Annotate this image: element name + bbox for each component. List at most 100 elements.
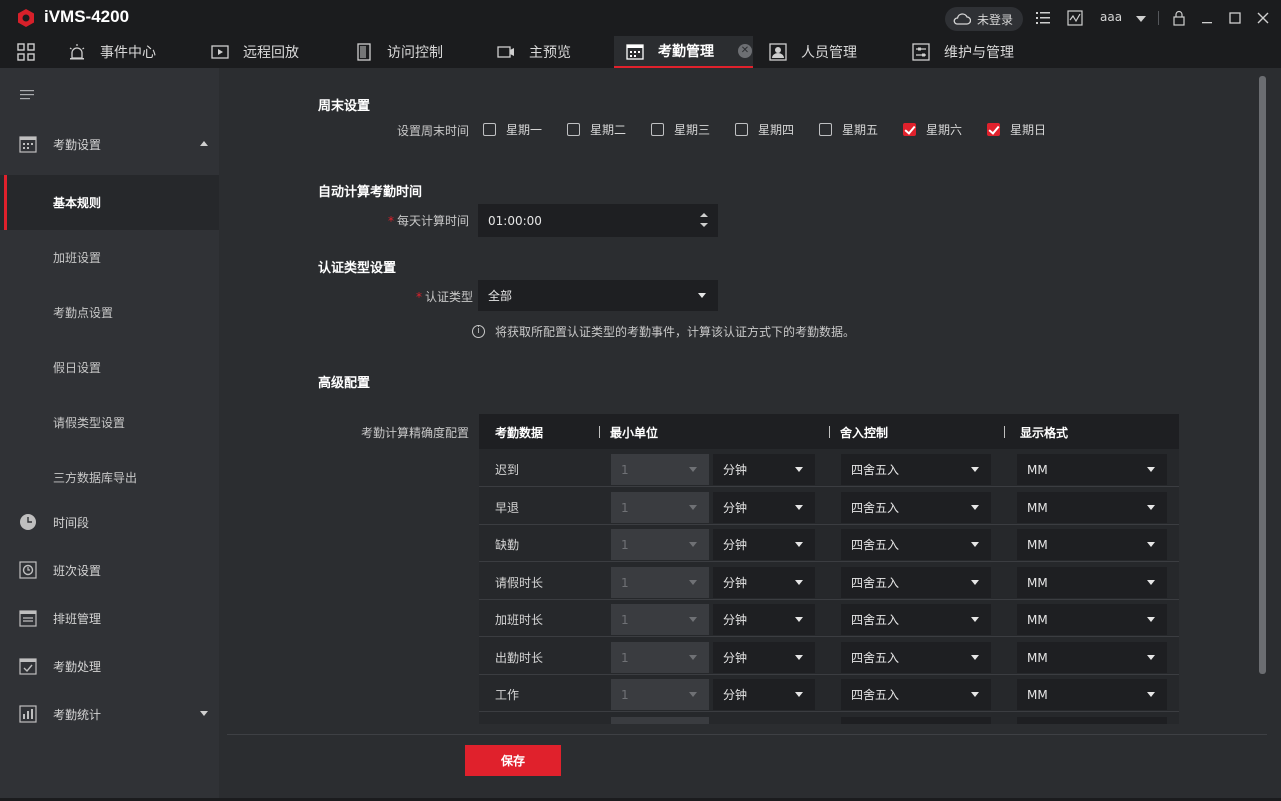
rounding-select[interactable]: 四舍五入 xyxy=(841,529,991,560)
hamburger-menu-icon[interactable] xyxy=(20,88,36,102)
tab-access-control[interactable]: 访问控制 xyxy=(355,36,443,68)
format-value: MM xyxy=(1027,612,1048,627)
tab-person-management[interactable]: 人员管理 xyxy=(769,36,857,68)
checkbox-tuesday[interactable]: 星期二 xyxy=(567,121,626,138)
checkbox-box[interactable] xyxy=(903,123,916,136)
tab-attendance-management[interactable]: 考勤管理 ✕ xyxy=(614,36,753,68)
unit-value: 分钟 xyxy=(723,613,748,627)
checkbox-friday[interactable]: 星期五 xyxy=(819,121,878,138)
tab-event-center[interactable]: 事件中心 xyxy=(68,36,156,68)
auth-type-select[interactable]: 全部 xyxy=(478,280,718,311)
rounding-select[interactable]: 四舍五入 xyxy=(841,454,991,485)
row-name: 早退 xyxy=(495,501,520,515)
checkbox-box[interactable] xyxy=(819,123,832,136)
required-mark: * xyxy=(415,290,422,304)
unit-value: 分钟 xyxy=(723,576,748,590)
vertical-scrollbar[interactable] xyxy=(1259,76,1266,674)
unit-select[interactable]: 分钟 xyxy=(713,492,815,523)
checkbox-monday[interactable]: 星期一 xyxy=(483,121,542,138)
checkbox-saturday[interactable]: 星期六 xyxy=(903,121,962,138)
sidebar-item-shift-settings[interactable]: 班次设置 xyxy=(0,546,219,594)
format-select[interactable]: MM xyxy=(1017,679,1167,710)
sidebar-subitem-leave-type-settings[interactable]: 请假类型设置 xyxy=(0,395,219,450)
tab-maintenance-management[interactable]: 维护与管理 xyxy=(912,36,1014,68)
grid-menu-icon[interactable] xyxy=(17,43,35,61)
checkbox-wednesday[interactable]: 星期三 xyxy=(651,121,710,138)
sidebar-subitem-holiday-settings[interactable]: 假日设置 xyxy=(0,340,219,395)
sidebar-item-attendance-statistics[interactable]: 考勤统计 xyxy=(0,690,219,738)
table-row: 加班时长 1 分钟 四舍五入 MM xyxy=(479,600,1179,637)
chevron-down-icon xyxy=(689,692,697,697)
daily-calc-time-input[interactable]: 01:00:00 xyxy=(478,204,718,237)
sidebar-item-attendance-settings[interactable]: 考勤设置 xyxy=(0,120,219,168)
rounding-select[interactable]: 四舍五入 xyxy=(841,604,991,635)
login-button[interactable]: 未登录 xyxy=(945,7,1023,31)
tab-label: 人员管理 xyxy=(801,45,857,61)
title-bar: iVMS-4200 未登录 aaa xyxy=(0,0,1281,36)
format-select[interactable] xyxy=(1017,717,1167,724)
maximize-icon[interactable] xyxy=(1227,10,1243,26)
format-select[interactable]: MM xyxy=(1017,529,1167,560)
lock-icon[interactable] xyxy=(1171,10,1187,26)
format-select[interactable]: MM xyxy=(1017,492,1167,523)
close-icon[interactable] xyxy=(1255,10,1271,26)
save-button[interactable]: 保存 xyxy=(465,745,561,776)
auth-type-label-text: 认证类型 xyxy=(424,290,473,304)
sidebar-subitem-attendance-point-settings[interactable]: 考勤点设置 xyxy=(0,285,219,340)
unit-select[interactable]: 分钟 xyxy=(713,529,815,560)
settings-sliders-icon xyxy=(912,43,930,61)
sidebar-item-schedule-management[interactable]: 排班管理 xyxy=(0,594,219,642)
rounding-select[interactable]: 四舍五入 xyxy=(841,567,991,598)
alarm-light-icon xyxy=(69,44,85,60)
rounding-select[interactable] xyxy=(841,717,991,724)
checkbox-box[interactable] xyxy=(987,123,1000,136)
activity-monitor-icon[interactable] xyxy=(1067,10,1083,26)
user-name[interactable]: aaa xyxy=(1100,10,1122,24)
sidebar-subitem-overtime-settings[interactable]: 加班设置 xyxy=(0,230,219,285)
chevron-down-icon xyxy=(1147,505,1155,510)
sidebar-item-attendance-processing[interactable]: 考勤处理 xyxy=(0,642,219,690)
checkbox-sunday[interactable]: 星期日 xyxy=(987,121,1046,138)
format-select[interactable]: MM xyxy=(1017,604,1167,635)
checkbox-box[interactable] xyxy=(735,123,748,136)
app-title: iVMS-4200 xyxy=(44,7,130,26)
table-row-partial xyxy=(479,713,1179,724)
unit-select[interactable]: 分钟 xyxy=(713,567,815,598)
collapse-arrow-icon[interactable] xyxy=(200,141,208,146)
footer-divider xyxy=(227,734,1267,735)
table-row: 迟到 1 分钟 四舍五入 MM xyxy=(479,450,1179,487)
format-select[interactable]: MM xyxy=(1017,642,1167,673)
rounding-select[interactable]: 四舍五入 xyxy=(841,492,991,523)
chevron-down-icon xyxy=(1147,692,1155,697)
sidebar-subitem-third-party-db-export[interactable]: 三方数据库导出 xyxy=(0,450,219,505)
header-divider xyxy=(599,426,600,438)
tab-label: 远程回放 xyxy=(243,45,299,61)
unit-select[interactable]: 分钟 xyxy=(713,604,815,635)
format-select[interactable]: MM xyxy=(1017,567,1167,598)
list-icon[interactable] xyxy=(1035,10,1051,26)
rounding-select[interactable]: 四舍五入 xyxy=(841,642,991,673)
min-value: 1 xyxy=(621,575,629,590)
format-select[interactable]: MM xyxy=(1017,454,1167,485)
user-dropdown-icon[interactable] xyxy=(1133,12,1149,28)
checkbox-thursday[interactable]: 星期四 xyxy=(735,121,794,138)
unit-select[interactable]: 分钟 xyxy=(713,679,815,710)
rounding-select[interactable]: 四舍五入 xyxy=(841,679,991,710)
checkbox-box[interactable] xyxy=(483,123,496,136)
chevron-down-icon xyxy=(795,655,803,660)
spinner-icon[interactable] xyxy=(700,211,708,229)
expand-arrow-icon[interactable] xyxy=(200,711,208,716)
tab-close-icon[interactable]: ✕ xyxy=(738,44,752,58)
sidebar-item-label: 班次设置 xyxy=(53,563,102,578)
minimize-icon[interactable] xyxy=(1199,10,1215,26)
tab-main-preview[interactable]: 主预览 xyxy=(497,36,571,68)
chevron-down-icon xyxy=(689,580,697,585)
unit-select[interactable]: 分钟 xyxy=(713,454,815,485)
checkbox-box[interactable] xyxy=(651,123,664,136)
sidebar-item-time-period[interactable]: 时间段 xyxy=(0,498,219,546)
unit-select[interactable]: 分钟 xyxy=(713,642,815,673)
checkbox-box[interactable] xyxy=(567,123,580,136)
sidebar-subitem-basic-rules[interactable]: 基本规则 xyxy=(0,175,219,230)
min-value-select: 1 xyxy=(611,604,709,635)
tab-remote-playback[interactable]: 远程回放 xyxy=(211,36,299,68)
